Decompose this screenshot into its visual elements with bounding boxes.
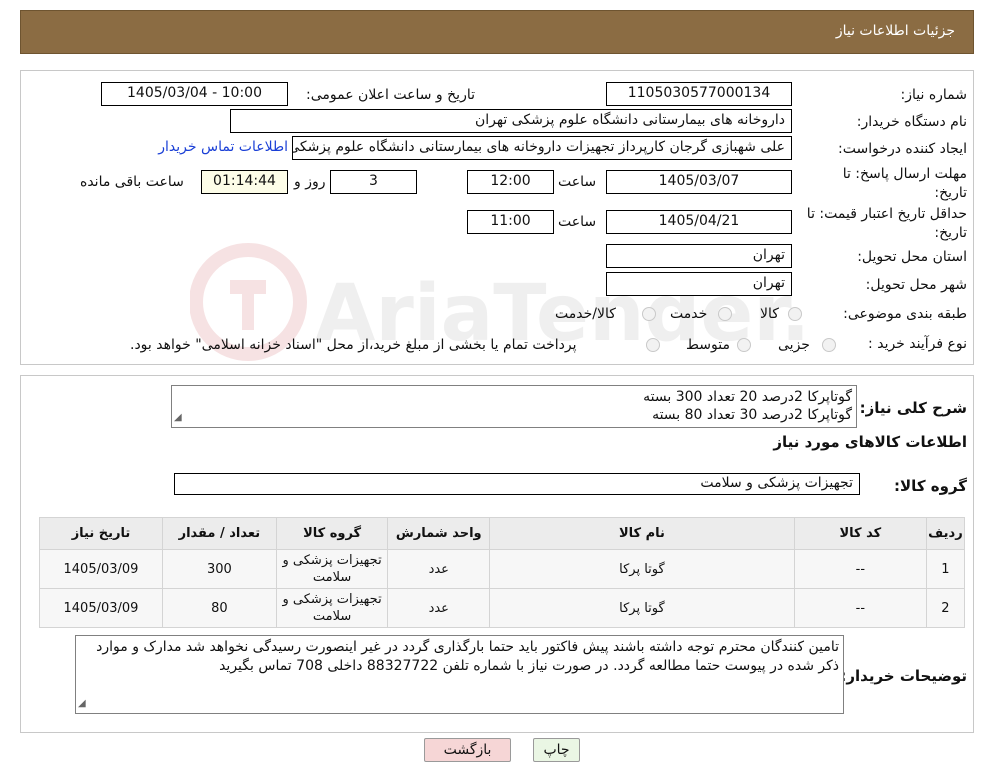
cell-unit: عدد bbox=[387, 549, 491, 589]
goods-group-field: تجهیزات پزشکی و سلامت bbox=[174, 473, 860, 495]
category-label: طبقه بندی موضوعی: bbox=[843, 306, 967, 322]
process-medium-label: متوسط bbox=[686, 337, 730, 353]
col-qty: تعداد / مقدار bbox=[161, 517, 277, 550]
deadline-time-label: ساعت bbox=[558, 174, 597, 190]
col-unit: واحد شمارش bbox=[387, 517, 491, 550]
cell-name: گوتا پرکا bbox=[489, 588, 795, 628]
cell-row: 2 bbox=[925, 588, 966, 628]
cell-qty: 300 bbox=[161, 549, 277, 589]
process-minor-label: جزیی bbox=[778, 337, 810, 353]
province-label: استان محل تحویل: bbox=[857, 249, 967, 265]
resize-grip-icon[interactable]: ◢ bbox=[174, 409, 182, 427]
summary-label: شرح کلی نیاز: bbox=[859, 399, 967, 417]
cell-group: تجهیزات پزشکی و سلامت bbox=[275, 549, 389, 589]
process-minor-radio[interactable] bbox=[822, 338, 836, 352]
category-goods-label: کالا bbox=[760, 306, 779, 322]
category-goods-service-radio[interactable] bbox=[642, 307, 656, 321]
days-field: 3 bbox=[330, 170, 417, 194]
col-date: تاریخ نیاز bbox=[39, 517, 163, 550]
province-field: تهران bbox=[606, 244, 792, 268]
category-goods-service-label: کالا/خدمت bbox=[555, 306, 616, 322]
remaining-time-field: 01:14:44 bbox=[201, 170, 288, 194]
process-treasury-checkbox[interactable] bbox=[646, 338, 660, 352]
validity-date-field: 1405/04/21 bbox=[606, 210, 792, 234]
buyer-notes-text: تامین کنندگان محترم توجه داشته باشند پیش… bbox=[96, 639, 839, 674]
city-field: تهران bbox=[606, 272, 792, 296]
table-row: 2 -- گوتا پرکا عدد تجهیزات پزشکی و سلامت… bbox=[39, 588, 966, 628]
col-name: نام کالا bbox=[489, 517, 795, 550]
cell-group: تجهیزات پزشکی و سلامت bbox=[275, 588, 389, 628]
buyer-notes-textarea[interactable]: تامین کنندگان محترم توجه داشته باشند پیش… bbox=[75, 635, 844, 714]
summary-textarea[interactable]: گوتاپرکا 2درصد 20 تعداد 300 بسته گوتاپرک… bbox=[171, 385, 857, 428]
process-label: نوع فرآیند خرید : bbox=[868, 336, 967, 352]
cell-date: 1405/03/09 bbox=[39, 549, 163, 589]
deadline-date-field: 1405/03/07 bbox=[606, 170, 792, 194]
validity-time-label: ساعت bbox=[558, 214, 597, 230]
cell-unit: عدد bbox=[387, 588, 491, 628]
cell-row: 1 bbox=[925, 549, 966, 589]
need-number-field: 1105030577000134 bbox=[606, 82, 792, 106]
summary-line-2: گوتاپرکا 2درصد 30 تعداد 80 بسته bbox=[652, 407, 852, 423]
validity-label: حداقل تاریخ اعتبار قیمت: تا تاریخ: bbox=[806, 206, 967, 241]
cell-qty: 80 bbox=[161, 588, 277, 628]
page-title: جزئیات اطلاعات نیاز bbox=[835, 23, 955, 39]
col-row: ردیف bbox=[925, 517, 966, 550]
process-medium-radio[interactable] bbox=[737, 338, 751, 352]
announce-label: تاریخ و ساعت اعلان عمومی: bbox=[306, 87, 475, 103]
goods-info-title: اطلاعات کالاهای مورد نیاز bbox=[773, 433, 967, 451]
cell-name: گوتا پرکا bbox=[489, 549, 795, 589]
cell-code: -- bbox=[793, 588, 927, 628]
buyer-notes-label: توضیحات خریدار: bbox=[840, 667, 967, 685]
back-button[interactable]: بازگشت bbox=[424, 738, 511, 762]
validity-time-field: 11:00 bbox=[467, 210, 554, 234]
buyer-org-label: نام دستگاه خریدار: bbox=[856, 114, 967, 130]
cell-date: 1405/03/09 bbox=[39, 588, 163, 628]
deadline-label: مهلت ارسال پاسخ: تا تاریخ: bbox=[842, 166, 967, 201]
print-button[interactable]: چاپ bbox=[533, 738, 580, 762]
table-header-row: ردیف کد کالا نام کالا واحد شمارش گروه کا… bbox=[39, 517, 966, 550]
announce-field: 1405/03/04 - 10:00 bbox=[101, 82, 288, 106]
category-service-radio[interactable] bbox=[718, 307, 732, 321]
col-group: گروه کالا bbox=[275, 517, 389, 550]
category-goods-radio[interactable] bbox=[788, 307, 802, 321]
need-number-label: شماره نیاز: bbox=[900, 87, 968, 103]
creator-label: ایجاد کننده درخواست: bbox=[838, 141, 967, 157]
goods-group-label: گروه کالا: bbox=[894, 477, 967, 495]
category-service-label: خدمت bbox=[670, 306, 708, 322]
process-note: پرداخت تمام یا بخشی از مبلغ خرید،از محل … bbox=[130, 337, 577, 353]
creator-field: علی شهبازی گرجان کارپرداز تجهیزات داروخا… bbox=[292, 136, 792, 160]
summary-line-1: گوتاپرکا 2درصد 20 تعداد 300 بسته bbox=[643, 389, 852, 405]
days-label: روز و bbox=[294, 174, 326, 190]
items-table: ردیف کد کالا نام کالا واحد شمارش گروه کا… bbox=[39, 517, 966, 628]
page-header: جزئیات اطلاعات نیاز bbox=[20, 10, 974, 54]
resize-grip-icon[interactable]: ◢ bbox=[78, 694, 86, 713]
buyer-contact-link[interactable]: اطلاعات تماس خریدار bbox=[155, 139, 288, 155]
col-code: کد کالا bbox=[793, 517, 927, 550]
table-row: 1 -- گوتا پرکا عدد تجهیزات پزشکی و سلامت… bbox=[39, 549, 966, 589]
city-label: شهر محل تحویل: bbox=[865, 277, 967, 293]
buyer-org-field: داروخانه های بیمارستانی دانشگاه علوم پزش… bbox=[230, 109, 792, 133]
deadline-time-field: 12:00 bbox=[467, 170, 554, 194]
cell-code: -- bbox=[793, 549, 927, 589]
remaining-time-label: ساعت باقی مانده bbox=[80, 174, 184, 190]
